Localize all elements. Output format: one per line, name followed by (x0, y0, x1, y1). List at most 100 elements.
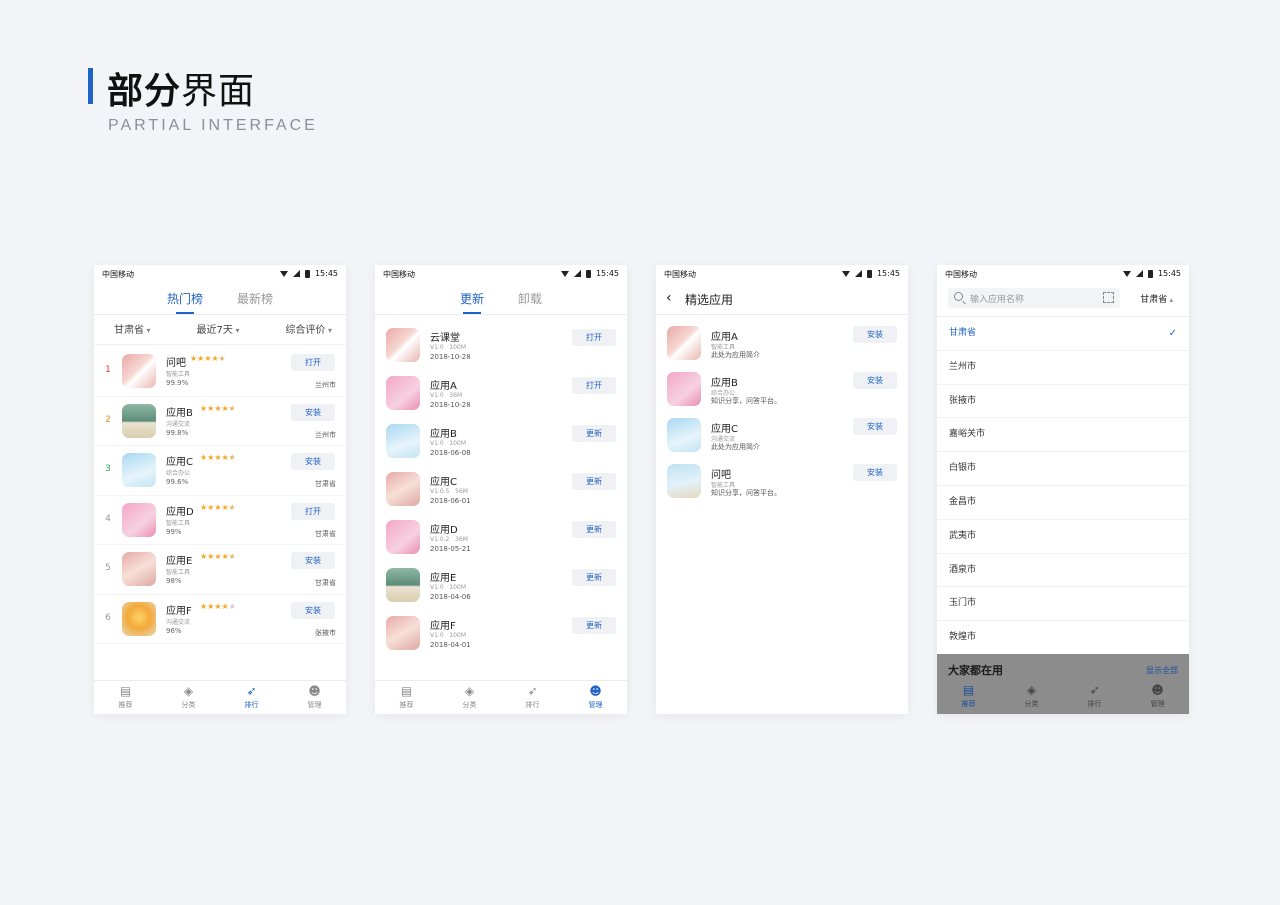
city-item[interactable]: 张掖市 (937, 385, 1189, 419)
city-item[interactable]: 武夷市 (937, 520, 1189, 554)
install-button[interactable]: 安装 (853, 372, 897, 389)
update-date: 2018-06-01 (430, 497, 471, 505)
scan-icon[interactable] (1103, 292, 1114, 303)
city-item[interactable]: 白银市 (937, 452, 1189, 486)
popular-title: 大家都在用 (948, 664, 1003, 677)
nav-item-user-gear[interactable]: ☻ 管理 (564, 681, 627, 714)
nav-item-layers[interactable]: ◈ 分类 (1000, 680, 1063, 714)
clock: 15:45 (1157, 269, 1181, 278)
nav-item-rocket[interactable]: ➶ 排行 (501, 681, 564, 714)
action-button[interactable]: 更新 (572, 425, 616, 442)
install-button[interactable]: 安装 (853, 464, 897, 481)
action-button[interactable]: 更新 (572, 569, 616, 586)
filter-period[interactable]: 最近7天 (197, 321, 240, 344)
status-bar: 中国移动 15:45 (375, 265, 627, 283)
action-button[interactable]: 安装 (291, 552, 335, 569)
city-item[interactable]: 甘肃省 ✓ (937, 317, 1189, 351)
action-button[interactable]: 更新 (572, 473, 616, 490)
install-button[interactable]: 安装 (853, 326, 897, 343)
tab-hot[interactable]: 热门榜 (167, 285, 203, 314)
table-row[interactable]: 4 应用D ★★★★★ 智能工具 99% 甘肃省 打开 (94, 496, 346, 545)
rocket-icon: ➶ (246, 684, 257, 698)
city-item[interactable]: 酒泉市 (937, 554, 1189, 588)
carrier-label: 中国移动 (664, 270, 696, 279)
rating-stars: ★★★★★ (200, 601, 236, 611)
city-name: 甘肃省 (949, 328, 977, 338)
city-item[interactable]: 嘉峪关市 (937, 418, 1189, 453)
nav-label: 分类 (181, 701, 196, 709)
list-item[interactable]: 云课堂 V1.0 100M 2018-10-28 打开 (375, 321, 627, 369)
table-row[interactable]: 3 应用C ★★★★★ 综合办公 99.6% 甘肃省 安装 (94, 446, 346, 496)
nav-item-rocket[interactable]: ➶ 排行 (220, 681, 283, 714)
version-number: V1.0.2 (430, 536, 450, 543)
show-all-link[interactable]: 显示全部 (1146, 665, 1178, 676)
action-button[interactable]: 更新 (572, 617, 616, 634)
screen-featured: 中国移动 15:45 ‹ 精选应用 应用A 智能工具 此处为应用简介 安装 应用B 综合办… (656, 265, 908, 714)
rank-number: 2 (105, 414, 111, 425)
rank-number: 5 (105, 563, 111, 573)
bottom-nav: ▤ 推荐 ◈ 分类 ➶ 排行 ☻ 管理 (375, 680, 627, 714)
list-item[interactable]: 应用F V1.0 100M 2018-04-01 更新 (375, 609, 627, 657)
app-name: 应用C (430, 477, 457, 488)
nav-label: 推荐 (399, 701, 414, 709)
action-button[interactable]: 安装 (291, 601, 335, 619)
list-item[interactable]: 应用A V1.0 36M 2018-10-28 打开 (375, 369, 627, 417)
install-button[interactable]: 安装 (853, 418, 897, 435)
city-name: 武夷市 (949, 530, 977, 541)
battery-icon (304, 269, 310, 278)
nav-item-user-gear[interactable]: ☻ 管理 (283, 681, 346, 714)
list-item[interactable]: 应用D V1.0.2 36M 2018-05-21 更新 (375, 513, 627, 561)
rank-number: 4 (105, 513, 111, 524)
app-size: 36M (455, 536, 468, 543)
version-number: V1.0 (430, 344, 444, 351)
search-input[interactable]: 输入应用名称 (948, 288, 1120, 308)
tab-uninstall[interactable]: 卸载 (518, 285, 542, 314)
city-item[interactable]: 敦煌市 (937, 621, 1189, 655)
app-name: 应用C (166, 457, 193, 468)
carrier-label: 中国移动 (945, 270, 977, 279)
list-item[interactable]: 应用C 沟通交流 此处为应用简介 安装 (656, 413, 908, 459)
action-button[interactable]: 打开 (572, 377, 616, 394)
nav-item-layers[interactable]: ◈ 分类 (157, 681, 220, 714)
action-button[interactable]: 打开 (572, 329, 616, 346)
action-button[interactable]: 打开 (291, 502, 335, 520)
city-item[interactable]: 金昌市 (937, 486, 1189, 520)
book-icon: ▤ (400, 684, 413, 698)
nav-item-book[interactable]: ▤ 推荐 (375, 681, 438, 714)
province-select[interactable]: 甘肃省 (1140, 292, 1173, 305)
action-button[interactable]: 更新 (572, 521, 616, 538)
city-item[interactable]: 兰州市 (937, 351, 1189, 385)
table-row[interactable]: 5 应用E ★★★★★ 智能工具 98% 甘肃省 安装 (94, 545, 346, 595)
action-button[interactable]: 安装 (291, 403, 335, 421)
table-row[interactable]: 6 应用F ★★★★★ 沟通交流 96% 张掖市 安装 (94, 595, 346, 644)
tab-update[interactable]: 更新 (460, 285, 484, 314)
action-button[interactable]: 打开 (291, 354, 335, 371)
app-icon (122, 354, 156, 388)
city-name: 兰州市 (949, 361, 977, 372)
battery-icon (1147, 269, 1153, 278)
wifi-icon (560, 270, 569, 277)
back-arrow-icon[interactable]: ‹ (666, 290, 672, 306)
nav-item-book[interactable]: ▤ 推荐 (937, 680, 1000, 714)
list-item[interactable]: 应用E V1.0 100M 2018-04-06 更新 (375, 561, 627, 609)
nav-item-layers[interactable]: ◈ 分类 (438, 681, 501, 714)
table-row[interactable]: 2 应用B ★★★★★ 沟通交流 99.8% 兰州市 安装 (94, 397, 346, 446)
nav-item-user-gear[interactable]: ☻ 管理 (1126, 680, 1189, 714)
list-item[interactable]: 应用C V1.0.5 56M 2018-06-01 更新 (375, 465, 627, 513)
tab-new[interactable]: 最新榜 (237, 285, 273, 314)
nav-item-book[interactable]: ▤ 推荐 (94, 681, 157, 714)
list-item[interactable]: 问吧 智能工具 知识分享，问答平台。 安装 (656, 459, 908, 505)
list-item[interactable]: 应用A 智能工具 此处为应用简介 安装 (656, 321, 908, 367)
filter-sort[interactable]: 综合评价 (285, 321, 332, 344)
action-button[interactable]: 安装 (291, 453, 335, 470)
filter-province[interactable]: 甘肃省 (114, 321, 151, 344)
city-item[interactable]: 玉门市 (937, 587, 1189, 622)
rank-list: 1 问吧 ★★★★★ 智能工具 99.9% 兰州市 打开 2 应用B ★★★★★ 沟通交流 99.8%… (94, 347, 346, 644)
version-number: V1.0 (430, 392, 444, 399)
list-item[interactable]: 应用B 综合办公 知识分享，问答平台。 安装 (656, 367, 908, 413)
page-subtitle: PARTIAL INTERFACE (108, 117, 318, 134)
nav-item-rocket[interactable]: ➶ 排行 (1063, 680, 1126, 714)
app-icon (386, 568, 420, 602)
table-row[interactable]: 1 问吧 ★★★★★ 智能工具 99.9% 兰州市 打开 (94, 347, 346, 397)
list-item[interactable]: 应用B V1.0 100M 2018-06-08 更新 (375, 417, 627, 465)
